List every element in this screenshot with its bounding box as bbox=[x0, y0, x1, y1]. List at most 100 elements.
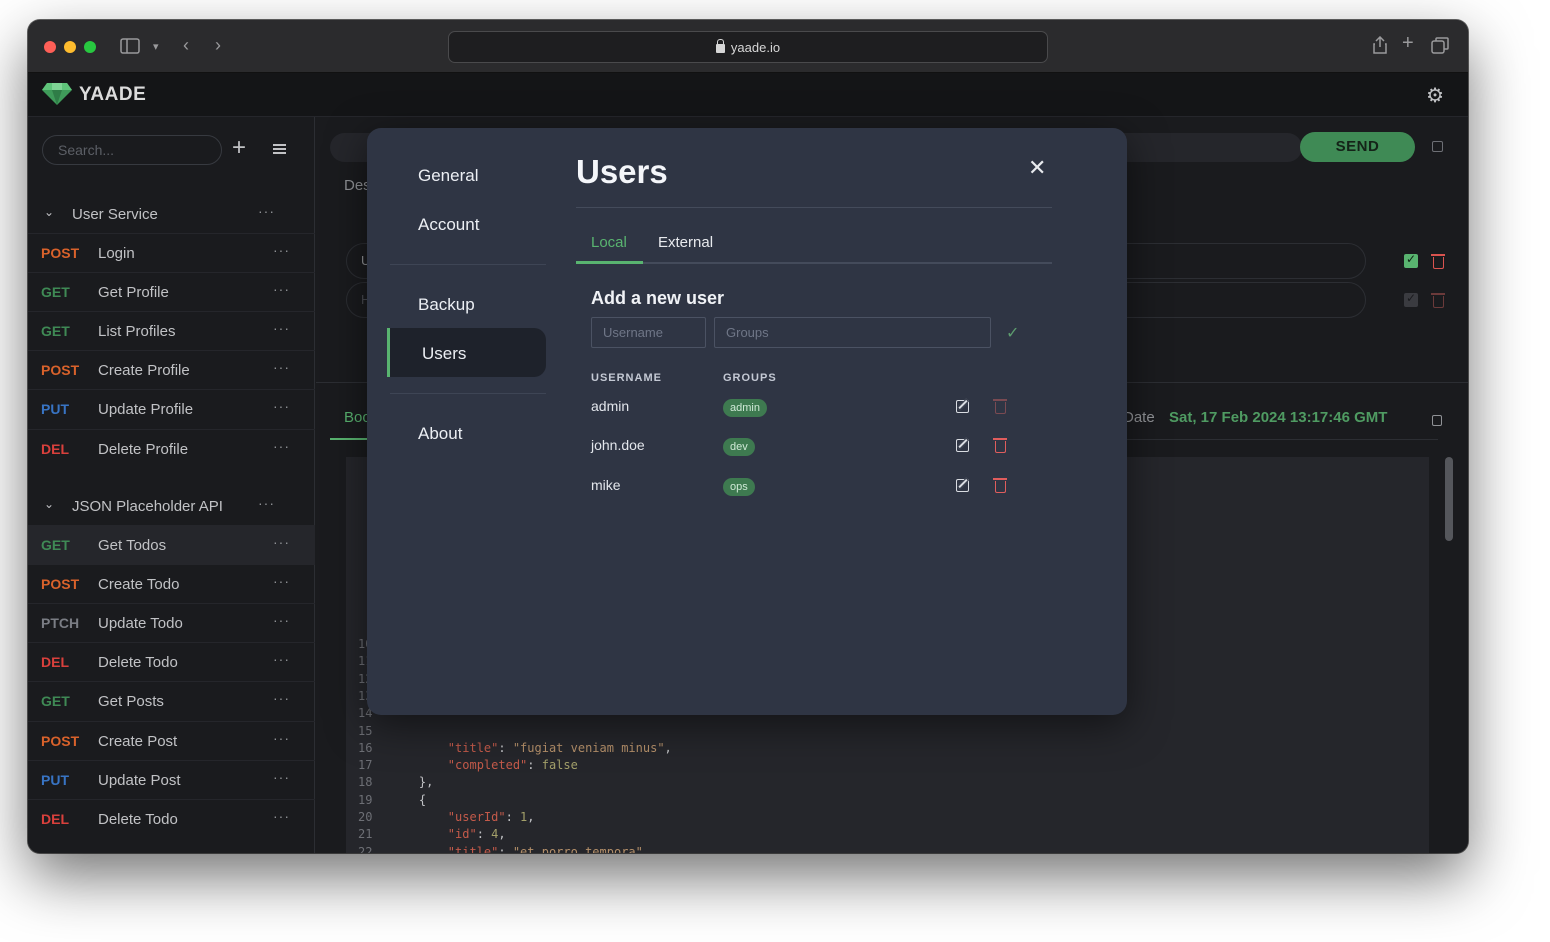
edit-icon[interactable] bbox=[956, 478, 969, 492]
nav-account[interactable]: Account bbox=[418, 215, 479, 235]
nav-general[interactable]: General bbox=[418, 166, 478, 186]
request-name: Delete Profile bbox=[98, 440, 189, 458]
edit-icon[interactable] bbox=[956, 439, 969, 453]
search-input[interactable]: Search... bbox=[42, 135, 222, 165]
tabs-overview-icon[interactable] bbox=[1431, 37, 1449, 58]
chevron-down-icon[interactable]: ▾ bbox=[153, 39, 159, 55]
forward-arrow-icon[interactable]: › bbox=[215, 36, 221, 54]
more-options-icon[interactable]: ··· bbox=[273, 242, 290, 258]
request-method: PUT bbox=[41, 401, 69, 418]
group-badge: ops bbox=[723, 477, 755, 496]
collection-user-service[interactable]: ⌄ User Service ··· bbox=[28, 197, 315, 233]
back-arrow-icon[interactable]: ‹ bbox=[183, 36, 189, 54]
trash-icon[interactable] bbox=[993, 399, 1007, 414]
collection-name: User Service bbox=[72, 206, 158, 223]
nav-divider bbox=[390, 264, 546, 265]
add-collection-icon[interactable]: + bbox=[232, 136, 246, 160]
nav-users-highlight[interactable] bbox=[387, 328, 546, 377]
request-name: Create Profile bbox=[98, 362, 190, 380]
title-divider bbox=[576, 207, 1052, 208]
settings-gear-icon[interactable]: ⚙ bbox=[1426, 83, 1444, 108]
chevron-down-icon[interactable]: ⌄ bbox=[44, 497, 54, 511]
share-icon[interactable] bbox=[1372, 35, 1388, 58]
request-item[interactable]: POST Login ··· bbox=[28, 233, 315, 272]
more-options-icon[interactable]: ··· bbox=[273, 320, 290, 336]
tab-external[interactable]: External bbox=[658, 234, 713, 251]
request-method: DEL bbox=[41, 440, 69, 457]
request-item[interactable]: PUT Update Post ··· bbox=[28, 759, 315, 799]
request-item[interactable]: DEL Delete Todo ··· bbox=[28, 798, 315, 838]
nav-users[interactable]: Users bbox=[422, 344, 466, 364]
request-item[interactable]: POST Create Todo ··· bbox=[28, 564, 315, 603]
request-item[interactable]: DEL Delete Profile ··· bbox=[28, 428, 315, 468]
close-icon[interactable]: ✕ bbox=[1028, 155, 1046, 181]
code-line: "userId": 1, bbox=[447, 810, 535, 824]
nav-about[interactable]: About bbox=[418, 424, 462, 444]
confirm-add-user-icon[interactable]: ✓ bbox=[1006, 323, 1019, 343]
save-icon[interactable] bbox=[1432, 141, 1443, 152]
request-item[interactable]: GET List Profiles ··· bbox=[28, 311, 315, 350]
copy-icon[interactable] bbox=[1432, 415, 1442, 426]
sidebar-toggle-icon[interactable] bbox=[120, 38, 140, 58]
more-options-icon[interactable]: ··· bbox=[273, 281, 290, 297]
request-item[interactable]: POST Create Post ··· bbox=[28, 720, 315, 760]
trash-icon[interactable] bbox=[993, 477, 1007, 493]
request-item[interactable]: GET Get Posts ··· bbox=[28, 681, 315, 720]
header-enabled-checkbox[interactable] bbox=[1404, 252, 1418, 268]
line-number: 15 bbox=[358, 723, 373, 738]
code-line: { bbox=[390, 792, 427, 807]
tabs-underline bbox=[576, 262, 1052, 264]
more-options-icon[interactable]: ··· bbox=[273, 534, 290, 550]
request-name: Get Posts bbox=[98, 693, 164, 711]
request-method: GET bbox=[41, 693, 70, 710]
collection-name: JSON Placeholder API bbox=[72, 498, 223, 515]
more-options-icon[interactable]: ··· bbox=[273, 730, 290, 746]
settings-modal: General Account Backup Users About Users… bbox=[367, 128, 1127, 715]
trash-icon[interactable] bbox=[1431, 254, 1445, 269]
edit-icon[interactable] bbox=[956, 400, 969, 413]
code-line: "completed": false bbox=[447, 758, 578, 773]
trash-icon[interactable] bbox=[1431, 293, 1445, 308]
username-input[interactable]: Username bbox=[591, 317, 706, 348]
tab-local[interactable]: Local bbox=[591, 234, 627, 251]
chevron-down-icon[interactable]: ⌄ bbox=[44, 205, 54, 219]
code-line: "title": "fugiat veniam minus", bbox=[447, 740, 672, 755]
hamburger-menu-icon[interactable] bbox=[273, 144, 286, 154]
more-options-icon[interactable]: ··· bbox=[273, 612, 290, 628]
more-options-icon[interactable]: ··· bbox=[273, 359, 290, 375]
request-item[interactable]: GET Get Profile ··· bbox=[28, 272, 315, 311]
new-tab-icon[interactable]: + bbox=[1402, 33, 1414, 53]
nav-backup[interactable]: Backup bbox=[418, 295, 475, 315]
request-item[interactable]: PUT Update Profile ··· bbox=[28, 389, 315, 428]
request-item[interactable]: DEL Delete Todo ··· bbox=[28, 642, 315, 681]
more-options-icon[interactable]: ··· bbox=[273, 690, 290, 706]
request-item[interactable]: GET Get Todos ··· bbox=[28, 525, 315, 564]
address-bar[interactable]: yaade.io bbox=[448, 31, 1048, 63]
request-item[interactable]: PTCH Update Todo ··· bbox=[28, 603, 315, 642]
send-button[interactable]: SEND bbox=[1300, 132, 1415, 162]
more-options-icon[interactable]: ··· bbox=[273, 573, 290, 589]
more-options-icon[interactable]: ··· bbox=[273, 438, 290, 454]
code-line: "id": 4, bbox=[447, 827, 506, 842]
more-options-icon[interactable]: ··· bbox=[258, 495, 275, 511]
more-options-icon[interactable]: ··· bbox=[273, 769, 290, 785]
close-window-button[interactable] bbox=[44, 41, 56, 53]
column-header-groups: GROUPS bbox=[723, 372, 777, 384]
more-options-icon[interactable]: ··· bbox=[273, 808, 290, 824]
zoom-window-button[interactable] bbox=[84, 41, 96, 53]
header-enabled-checkbox[interactable] bbox=[1404, 291, 1418, 307]
collection-json-placeholder[interactable]: ⌄ JSON Placeholder API ··· bbox=[28, 489, 315, 525]
user-username: admin bbox=[591, 398, 630, 414]
editor-scrollbar[interactable] bbox=[1445, 457, 1453, 541]
request-item[interactable]: POST Create Profile ··· bbox=[28, 350, 315, 389]
app-header: YAADE ⚙ bbox=[28, 73, 1468, 117]
date-value: Sat, 17 Feb 2024 13:17:46 GMT bbox=[1169, 409, 1388, 426]
more-options-icon[interactable]: ··· bbox=[273, 398, 290, 414]
more-options-icon[interactable]: ··· bbox=[258, 203, 275, 219]
groups-input[interactable]: Groups bbox=[714, 317, 991, 348]
trash-icon[interactable] bbox=[993, 438, 1007, 454]
more-options-icon[interactable]: ··· bbox=[273, 651, 290, 667]
minimize-window-button[interactable] bbox=[64, 41, 76, 53]
request-method: POST bbox=[41, 245, 80, 261]
add-user-heading: Add a new user bbox=[591, 288, 725, 308]
